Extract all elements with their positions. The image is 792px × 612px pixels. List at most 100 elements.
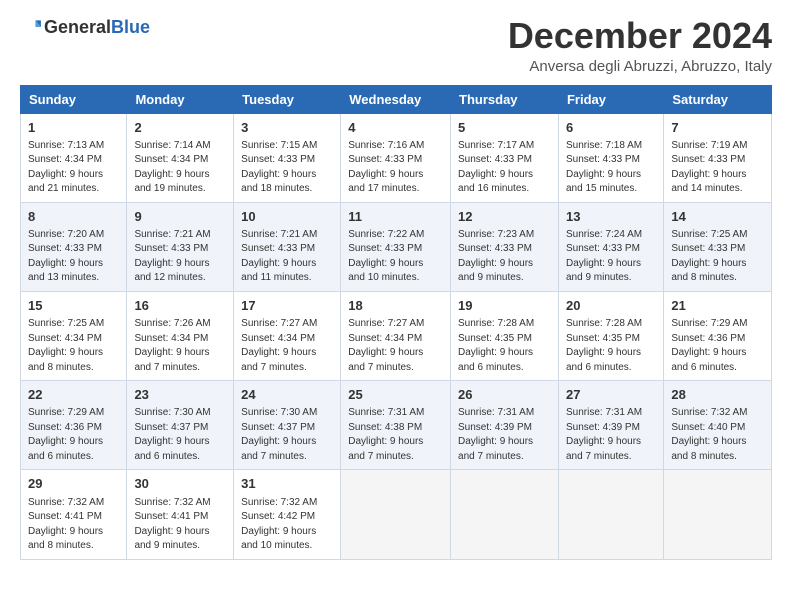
day-number: 30 xyxy=(134,475,226,493)
day-number: 5 xyxy=(458,119,551,137)
month-title: December 2024 xyxy=(508,16,772,56)
day-info: Sunrise: 7:14 AM Sunset: 4:34 PM Dayligh… xyxy=(134,139,226,197)
day-info: Sunrise: 7:21 AM Sunset: 4:33 PM Dayligh… xyxy=(241,228,333,286)
calendar-table: SundayMondayTuesdayWednesdayThursdayFrid… xyxy=(20,85,772,560)
calendar-cell: 12 Sunrise: 7:23 AM Sunset: 4:33 PM Dayli… xyxy=(451,202,559,291)
day-number: 10 xyxy=(241,208,333,226)
day-info: Sunrise: 7:29 AM Sunset: 4:36 PM Dayligh… xyxy=(28,406,119,464)
calendar-cell: 8 Sunrise: 7:20 AM Sunset: 4:33 PM Daylig… xyxy=(21,202,127,291)
day-info: Sunrise: 7:27 AM Sunset: 4:34 PM Dayligh… xyxy=(348,317,443,375)
calendar-cell: 22 Sunrise: 7:29 AM Sunset: 4:36 PM Dayli… xyxy=(21,381,127,470)
day-number: 20 xyxy=(566,297,656,315)
day-info: Sunrise: 7:29 AM Sunset: 4:36 PM Dayligh… xyxy=(671,317,764,375)
day-info: Sunrise: 7:19 AM Sunset: 4:33 PM Dayligh… xyxy=(671,139,764,197)
calendar-cell: 28 Sunrise: 7:32 AM Sunset: 4:40 PM Dayli… xyxy=(664,381,772,470)
day-number: 19 xyxy=(458,297,551,315)
weekday-header-row: SundayMondayTuesdayWednesdayThursdayFrid… xyxy=(21,85,772,113)
day-info: Sunrise: 7:32 AM Sunset: 4:42 PM Dayligh… xyxy=(241,496,333,554)
day-info: Sunrise: 7:26 AM Sunset: 4:34 PM Dayligh… xyxy=(134,317,226,375)
weekday-header-monday: Monday xyxy=(127,85,234,113)
day-info: Sunrise: 7:28 AM Sunset: 4:35 PM Dayligh… xyxy=(458,317,551,375)
day-info: Sunrise: 7:21 AM Sunset: 4:33 PM Dayligh… xyxy=(134,228,226,286)
weekday-header-friday: Friday xyxy=(558,85,663,113)
day-info: Sunrise: 7:32 AM Sunset: 4:40 PM Dayligh… xyxy=(671,406,764,464)
day-number: 8 xyxy=(28,208,119,226)
week-row-5: 29 Sunrise: 7:32 AM Sunset: 4:41 PM Dayli… xyxy=(21,470,772,559)
calendar-cell xyxy=(558,470,663,559)
day-number: 28 xyxy=(671,386,764,404)
day-info: Sunrise: 7:24 AM Sunset: 4:33 PM Dayligh… xyxy=(566,228,656,286)
calendar-cell: 7Sunrise: 7:19 AM Sunset: 4:33 PM Daylig… xyxy=(664,113,772,202)
calendar-cell: 21Sunrise: 7:29 AM Sunset: 4:36 PM Dayli… xyxy=(664,291,772,380)
day-number: 18 xyxy=(348,297,443,315)
day-number: 22 xyxy=(28,386,119,404)
location-title: Anversa degli Abruzzi, Abruzzo, Italy xyxy=(508,58,772,75)
weekday-header-thursday: Thursday xyxy=(451,85,559,113)
day-info: Sunrise: 7:16 AM Sunset: 4:33 PM Dayligh… xyxy=(348,139,443,197)
weekday-header-tuesday: Tuesday xyxy=(234,85,341,113)
calendar-cell: 5Sunrise: 7:17 AM Sunset: 4:33 PM Daylig… xyxy=(451,113,559,202)
week-row-4: 22 Sunrise: 7:29 AM Sunset: 4:36 PM Dayli… xyxy=(21,381,772,470)
day-info: Sunrise: 7:13 AM Sunset: 4:34 PM Dayligh… xyxy=(28,139,119,197)
title-area: December 2024 Anversa degli Abruzzi, Abr… xyxy=(508,16,772,75)
calendar-cell: 11 Sunrise: 7:22 AM Sunset: 4:33 PM Dayli… xyxy=(341,202,451,291)
calendar-cell: 31Sunrise: 7:32 AM Sunset: 4:42 PM Dayli… xyxy=(234,470,341,559)
calendar-cell: 20 Sunrise: 7:28 AM Sunset: 4:35 PM Dayli… xyxy=(558,291,663,380)
week-row-3: 15 Sunrise: 7:25 AM Sunset: 4:34 PM Dayli… xyxy=(21,291,772,380)
day-number: 3 xyxy=(241,119,333,137)
day-number: 11 xyxy=(348,208,443,226)
day-number: 6 xyxy=(566,119,656,137)
day-number: 15 xyxy=(28,297,119,315)
calendar-cell: 24 Sunrise: 7:30 AM Sunset: 4:37 PM Dayli… xyxy=(234,381,341,470)
logo-text-blue: Blue xyxy=(111,17,150,38)
calendar-cell: 13 Sunrise: 7:24 AM Sunset: 4:33 PM Dayli… xyxy=(558,202,663,291)
calendar-cell: 6Sunrise: 7:18 AM Sunset: 4:33 PM Daylig… xyxy=(558,113,663,202)
calendar-cell: 17Sunrise: 7:27 AM Sunset: 4:34 PM Dayli… xyxy=(234,291,341,380)
calendar-cell: 23 Sunrise: 7:30 AM Sunset: 4:37 PM Dayli… xyxy=(127,381,234,470)
calendar-cell: 15 Sunrise: 7:25 AM Sunset: 4:34 PM Dayli… xyxy=(21,291,127,380)
calendar-cell: 3Sunrise: 7:15 AM Sunset: 4:33 PM Daylig… xyxy=(234,113,341,202)
day-info: Sunrise: 7:28 AM Sunset: 4:35 PM Dayligh… xyxy=(566,317,656,375)
day-number: 9 xyxy=(134,208,226,226)
day-info: Sunrise: 7:20 AM Sunset: 4:33 PM Dayligh… xyxy=(28,228,119,286)
calendar-cell xyxy=(664,470,772,559)
calendar-cell: 16Sunrise: 7:26 AM Sunset: 4:34 PM Dayli… xyxy=(127,291,234,380)
calendar-cell: 14Sunrise: 7:25 AM Sunset: 4:33 PM Dayli… xyxy=(664,202,772,291)
day-info: Sunrise: 7:25 AM Sunset: 4:34 PM Dayligh… xyxy=(28,317,119,375)
day-info: Sunrise: 7:31 AM Sunset: 4:39 PM Dayligh… xyxy=(566,406,656,464)
logo-text-general: General xyxy=(44,17,111,38)
calendar-cell: 4 Sunrise: 7:16 AM Sunset: 4:33 PM Daylig… xyxy=(341,113,451,202)
calendar-cell xyxy=(341,470,451,559)
calendar-cell xyxy=(451,470,559,559)
day-info: Sunrise: 7:32 AM Sunset: 4:41 PM Dayligh… xyxy=(28,496,119,554)
calendar-cell: 18 Sunrise: 7:27 AM Sunset: 4:34 PM Dayli… xyxy=(341,291,451,380)
weekday-header-saturday: Saturday xyxy=(664,85,772,113)
calendar-cell: 19 Sunrise: 7:28 AM Sunset: 4:35 PM Dayli… xyxy=(451,291,559,380)
week-row-2: 8 Sunrise: 7:20 AM Sunset: 4:33 PM Daylig… xyxy=(21,202,772,291)
day-number: 4 xyxy=(348,119,443,137)
day-number: 17 xyxy=(241,297,333,315)
day-info: Sunrise: 7:31 AM Sunset: 4:38 PM Dayligh… xyxy=(348,406,443,464)
day-number: 27 xyxy=(566,386,656,404)
calendar-cell: 25 Sunrise: 7:31 AM Sunset: 4:38 PM Dayli… xyxy=(341,381,451,470)
day-number: 24 xyxy=(241,386,333,404)
calendar-cell: 27 Sunrise: 7:31 AM Sunset: 4:39 PM Dayli… xyxy=(558,381,663,470)
day-number: 26 xyxy=(458,386,551,404)
day-number: 12 xyxy=(458,208,551,226)
weekday-header-sunday: Sunday xyxy=(21,85,127,113)
day-info: Sunrise: 7:32 AM Sunset: 4:41 PM Dayligh… xyxy=(134,496,226,554)
day-number: 13 xyxy=(566,208,656,226)
day-number: 25 xyxy=(348,386,443,404)
day-info: Sunrise: 7:30 AM Sunset: 4:37 PM Dayligh… xyxy=(241,406,333,464)
day-number: 14 xyxy=(671,208,764,226)
day-info: Sunrise: 7:31 AM Sunset: 4:39 PM Dayligh… xyxy=(458,406,551,464)
day-info: Sunrise: 7:22 AM Sunset: 4:33 PM Dayligh… xyxy=(348,228,443,286)
day-info: Sunrise: 7:30 AM Sunset: 4:37 PM Dayligh… xyxy=(134,406,226,464)
day-number: 1 xyxy=(28,119,119,137)
calendar-cell: 9 Sunrise: 7:21 AM Sunset: 4:33 PM Daylig… xyxy=(127,202,234,291)
day-info: Sunrise: 7:23 AM Sunset: 4:33 PM Dayligh… xyxy=(458,228,551,286)
logo-icon xyxy=(20,16,42,38)
day-number: 23 xyxy=(134,386,226,404)
week-row-1: 1 Sunrise: 7:13 AM Sunset: 4:34 PM Daylig… xyxy=(21,113,772,202)
day-number: 29 xyxy=(28,475,119,493)
